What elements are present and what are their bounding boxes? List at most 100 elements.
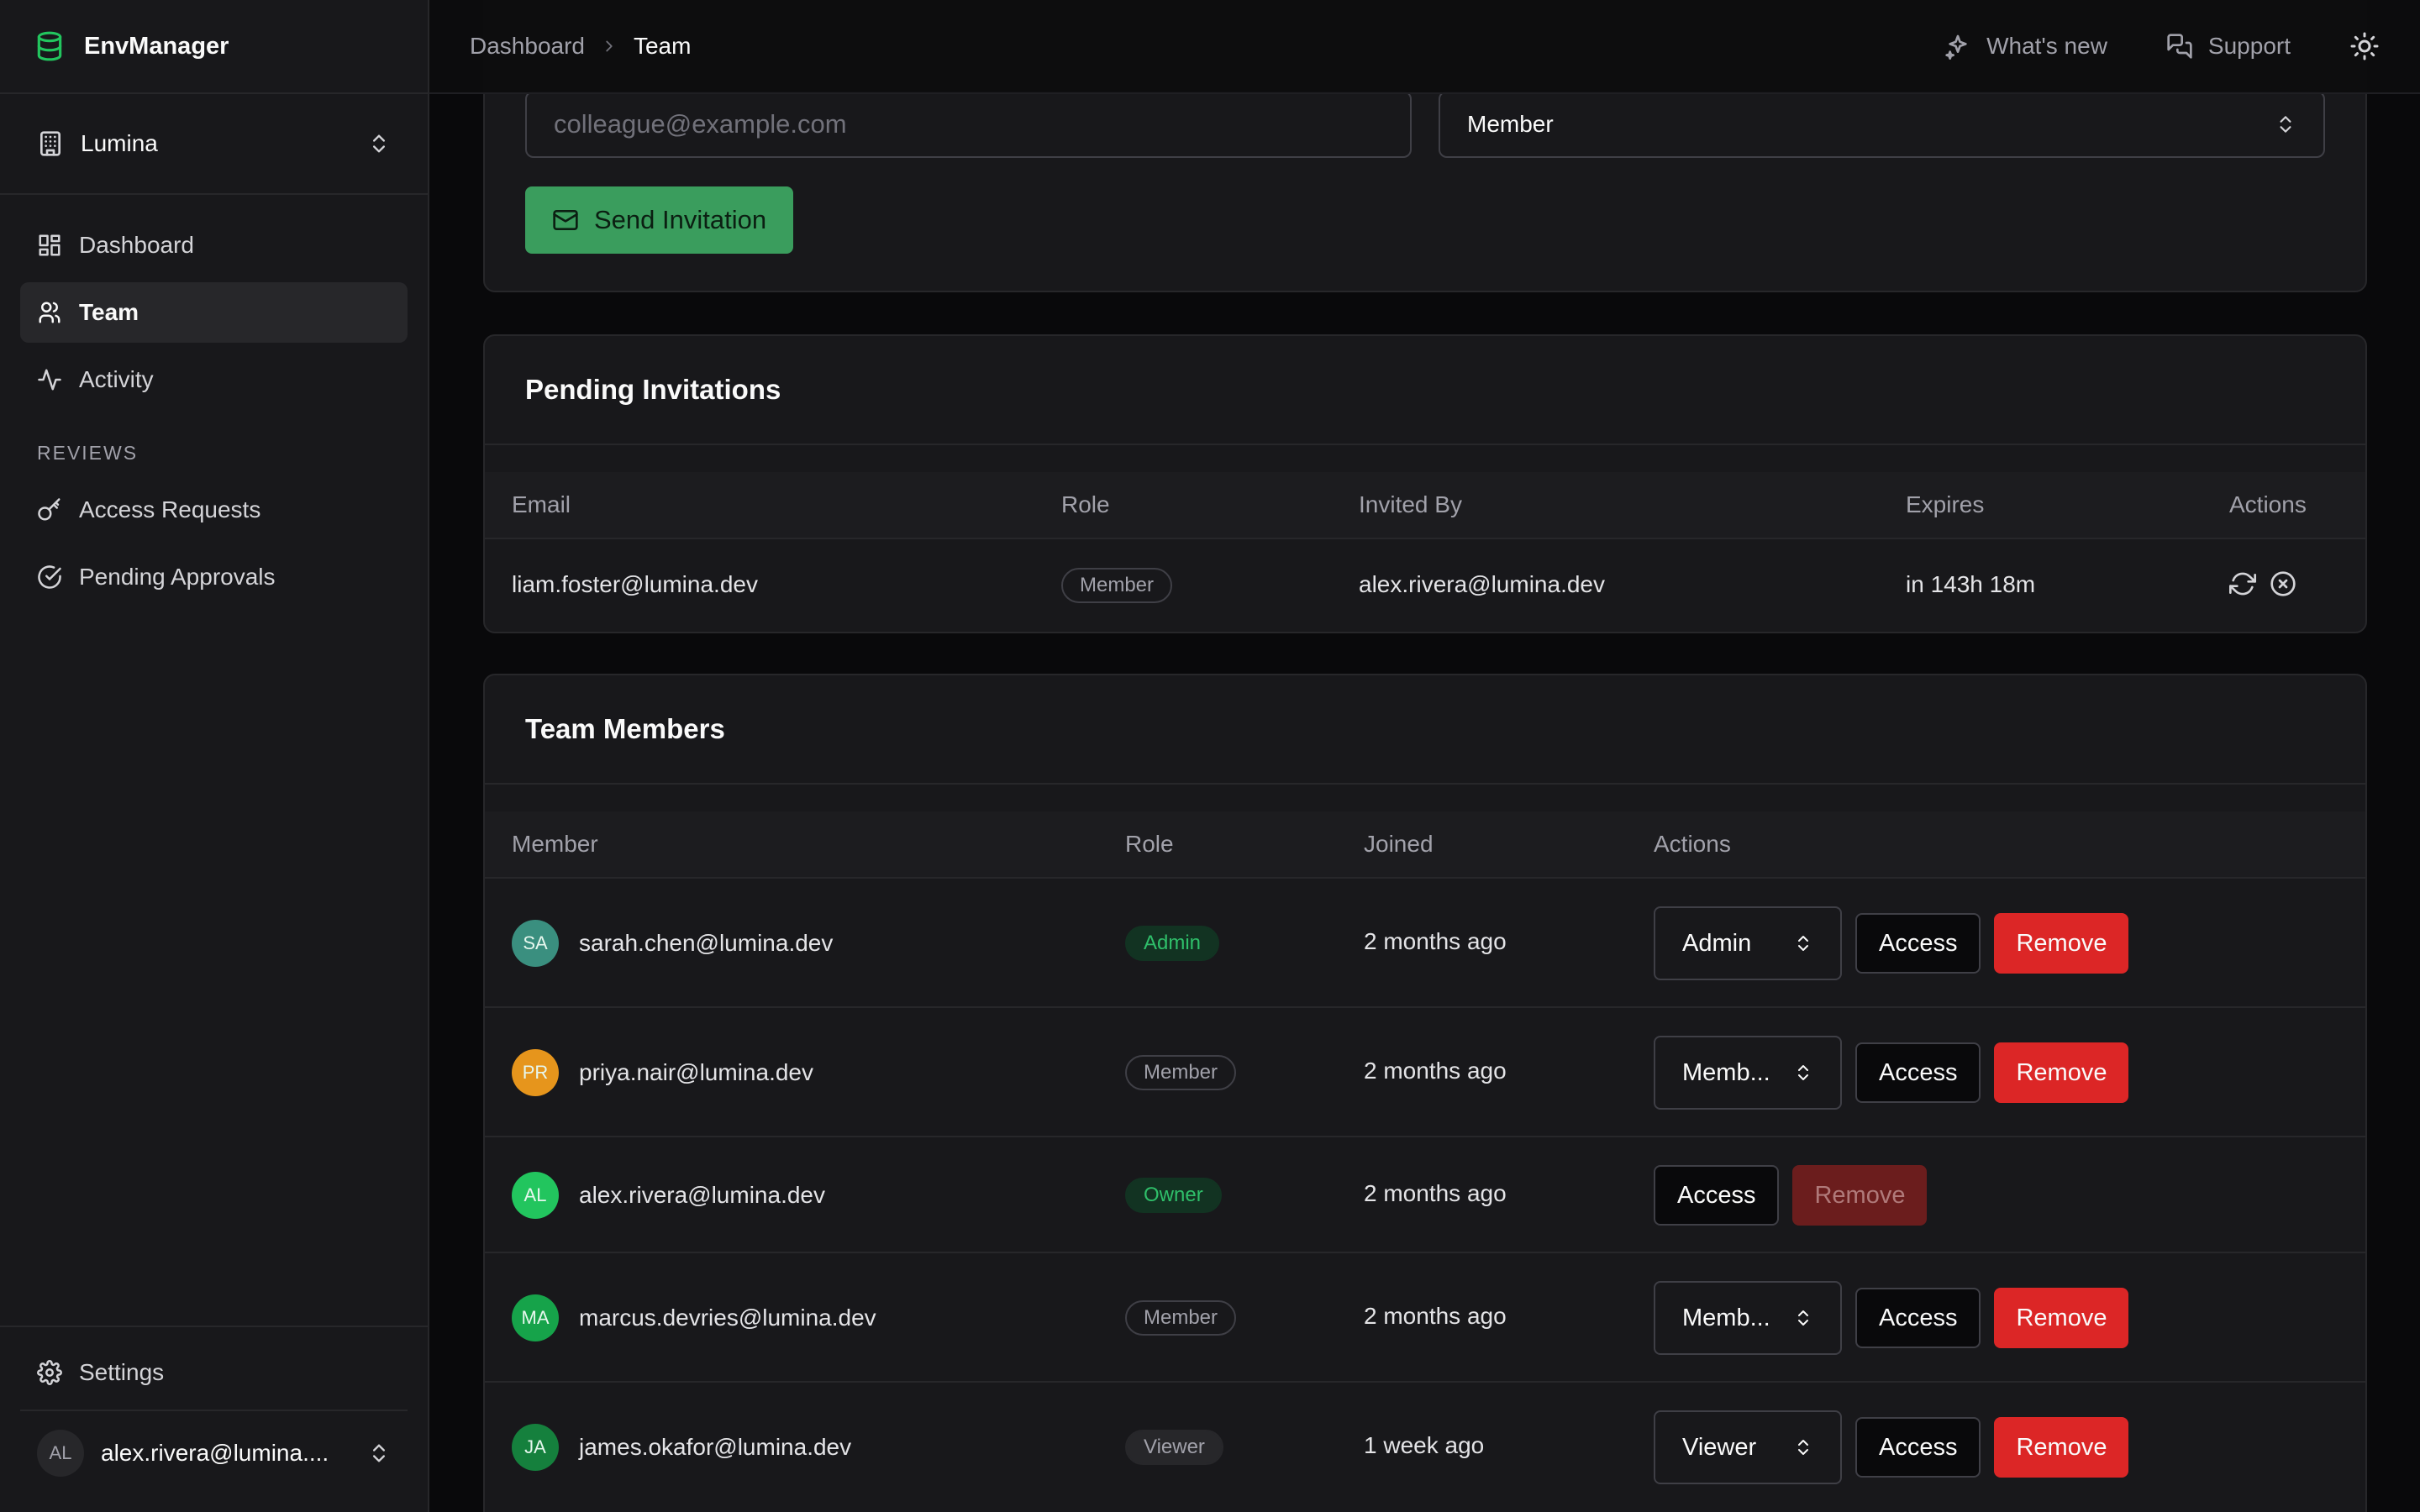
support-label: Support	[2207, 33, 2291, 59]
remove-button[interactable]: Remove	[1994, 913, 2129, 974]
role-select-value: Viewer	[1682, 1433, 1757, 1461]
table-row: SA sarah.chen@lumina.dev Admin 2 months …	[485, 879, 2365, 1008]
breadcrumb-dashboard[interactable]: Dashboard	[470, 33, 585, 60]
user-menu[interactable]: AL alex.rivera@lumina....	[20, 1411, 408, 1495]
invited-by: alex.rivera@lumina.dev	[1359, 571, 1605, 597]
remove-button[interactable]: Remove	[1994, 1417, 2129, 1478]
column-header: Role	[1061, 491, 1110, 517]
building-icon	[37, 130, 64, 157]
sidebar-item-label: Access Requests	[79, 496, 261, 522]
table-row: MA marcus.devries@lumina.dev Member 2 mo…	[485, 1253, 2365, 1383]
gear-icon	[37, 1360, 62, 1385]
breadcrumb: Dashboard Team	[470, 33, 1944, 60]
invite-email-input[interactable]: colleague@example.com	[525, 91, 1412, 158]
remove-button[interactable]: Remove	[1994, 1288, 2129, 1348]
sidebar-item-label: Pending Approvals	[79, 564, 276, 590]
access-button[interactable]: Access	[1855, 913, 1981, 974]
role-select[interactable]: Memb...	[1654, 1281, 1842, 1355]
expires: in 143h 18m	[1906, 571, 2036, 597]
role-select[interactable]: Admin	[1654, 906, 1842, 980]
members-table-header: Member Role Joined Actions	[485, 811, 2365, 879]
nav-section-reviews: REVIEWS	[37, 442, 139, 464]
chevrons-up-down-icon	[1793, 1437, 1813, 1457]
topbar: Dashboard Team What's new Support	[429, 0, 2420, 94]
brand[interactable]: EnvManager	[0, 0, 428, 94]
mail-icon	[552, 207, 579, 234]
role-badge: Member	[1125, 1300, 1237, 1336]
avatar: PR	[512, 1049, 559, 1096]
joined: 1 week ago	[1364, 1432, 1485, 1458]
topbar-actions: What's new Support	[1944, 31, 2380, 61]
chevrons-up-down-icon	[1793, 933, 1813, 953]
main-content: colleague@example.com Member Send Invita…	[429, 0, 2420, 1512]
whats-new-button[interactable]: What's new	[1944, 33, 2107, 60]
sun-icon[interactable]	[2349, 31, 2380, 61]
database-icon	[34, 30, 66, 62]
role-badge: Admin	[1125, 926, 1220, 961]
sidebar-item-label: Dashboard	[79, 232, 194, 258]
sidebar-item-label: Activity	[79, 366, 154, 392]
org-switcher[interactable]: Lumina	[0, 94, 428, 195]
role-select-value: Admin	[1682, 929, 1752, 957]
column-header: Actions	[1654, 831, 1731, 857]
org-name: Lumina	[81, 130, 158, 156]
sidebar-item-dashboard[interactable]: Dashboard	[20, 215, 408, 276]
app-name: EnvManager	[84, 32, 229, 60]
support-button[interactable]: Support	[2166, 33, 2291, 60]
sidebar-nav: Dashboard Team Activity REVIEWS Access R…	[0, 195, 428, 634]
team-members-card: Team Members Member Role Joined Actions …	[483, 674, 2367, 1512]
member-email: alex.rivera@lumina.dev	[579, 1182, 825, 1208]
send-invitation-label: Send Invitation	[594, 205, 767, 234]
access-button[interactable]: Access	[1855, 1042, 1981, 1103]
role-badge: Owner	[1125, 1178, 1222, 1213]
sidebar: EnvManager Lumina Dashboard Team Activit…	[0, 0, 429, 1512]
app-root: EnvManager Lumina Dashboard Team Activit…	[0, 0, 2420, 1512]
table-row: JA james.okafor@lumina.dev Viewer 1 week…	[485, 1383, 2365, 1512]
chevrons-up-down-icon	[367, 1441, 391, 1465]
column-header: Joined	[1364, 831, 1434, 857]
settings-label: Settings	[79, 1359, 165, 1385]
invite-role-select[interactable]: Member	[1439, 91, 2325, 158]
pending-invitations-card: Pending Invitations Email Role Invited B…	[483, 334, 2367, 633]
member-email: james.okafor@lumina.dev	[579, 1434, 852, 1460]
key-icon	[37, 497, 62, 522]
chevrons-up-down-icon	[2275, 113, 2296, 135]
pending-invitations-title: Pending Invitations	[485, 336, 2365, 445]
role-select-value: Memb...	[1682, 1058, 1770, 1086]
breadcrumb-team: Team	[633, 33, 692, 59]
remove-button[interactable]: Remove	[1994, 1042, 2129, 1103]
user-email: alex.rivera@lumina....	[101, 1440, 329, 1466]
sidebar-item-pending-approvals[interactable]: Pending Approvals	[20, 547, 408, 607]
users-icon	[37, 300, 62, 325]
member-email: marcus.devries@lumina.dev	[579, 1305, 876, 1331]
access-button[interactable]: Access	[1855, 1417, 1981, 1478]
sparkles-icon	[1944, 33, 1971, 60]
resend-icon[interactable]	[2229, 570, 2256, 597]
table-row: liam.foster@lumina.dev Member alex.river…	[485, 539, 2365, 632]
pending-table-header: Email Role Invited By Expires Actions	[485, 472, 2365, 539]
role-badge: Member	[1061, 568, 1173, 603]
role-select[interactable]: Viewer	[1654, 1410, 1842, 1484]
role-badge: Member	[1125, 1055, 1237, 1090]
member-email: priya.nair@lumina.dev	[579, 1059, 813, 1085]
role-select[interactable]: Memb...	[1654, 1036, 1842, 1110]
sidebar-item-access-requests[interactable]: Access Requests	[20, 480, 408, 540]
chevrons-up-down-icon	[1793, 1308, 1813, 1328]
joined: 2 months ago	[1364, 1180, 1507, 1206]
messages-icon	[2166, 33, 2193, 60]
invite-form-row: colleague@example.com Member	[525, 91, 2325, 158]
access-button[interactable]: Access	[1654, 1165, 1780, 1226]
revoke-icon[interactable]	[2270, 570, 2296, 597]
sidebar-item-activity[interactable]: Activity	[20, 349, 408, 410]
sidebar-item-team[interactable]: Team	[20, 282, 408, 343]
activity-icon	[37, 367, 62, 392]
column-header: Invited By	[1359, 491, 1462, 517]
whats-new-label: What's new	[1986, 33, 2107, 59]
remove-button: Remove	[1792, 1165, 1928, 1226]
dashboard-icon	[37, 233, 62, 258]
check-circle-icon	[37, 564, 62, 590]
sidebar-item-settings[interactable]: Settings	[20, 1336, 408, 1411]
access-button[interactable]: Access	[1855, 1288, 1981, 1348]
send-invitation-button[interactable]: Send Invitation	[525, 186, 794, 254]
avatar: MA	[512, 1294, 559, 1341]
